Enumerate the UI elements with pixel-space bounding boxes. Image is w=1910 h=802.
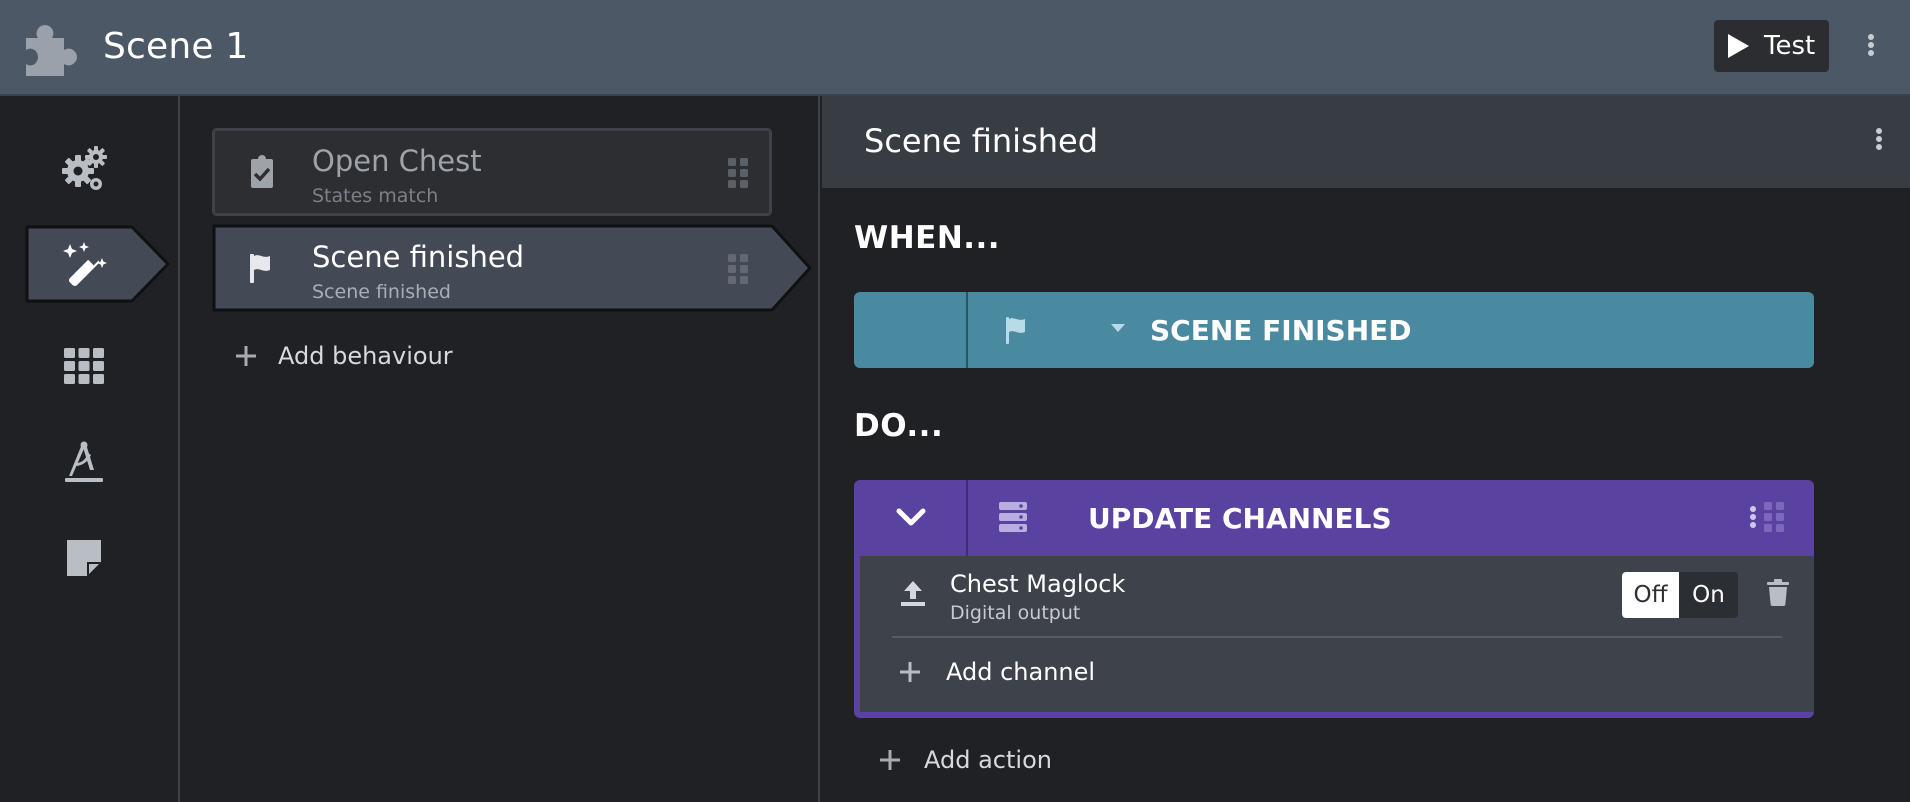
action-body: Chest Maglock Digital output Off On Add … (860, 556, 1814, 712)
block-divider (966, 292, 968, 368)
add-action-button[interactable]: Add action (878, 746, 1052, 774)
chevron-down-icon[interactable] (894, 502, 928, 532)
behaviour-subtitle: Scene finished (312, 281, 451, 303)
upload-icon (901, 581, 925, 606)
channel-row: Chest Maglock Digital output Off On (860, 556, 1814, 636)
page-title: Scene 1 (103, 26, 249, 67)
add-channel-button[interactable]: Add channel (898, 658, 1095, 686)
trigger-block[interactable]: SCENE FINISHED (854, 292, 1814, 368)
test-button-label: Test (1764, 31, 1816, 61)
add-behaviour-button[interactable]: Add behaviour (234, 342, 453, 370)
channel-name: Chest Maglock (950, 570, 1126, 598)
behaviour-card (212, 128, 772, 216)
rail-item-design[interactable] (24, 416, 170, 496)
rail-item-behaviours[interactable] (24, 224, 170, 304)
more-options-icon[interactable] (1874, 126, 1884, 156)
rail-item-settings[interactable] (24, 128, 170, 208)
add-action-label: Add action (924, 746, 1052, 774)
trash-icon[interactable] (1766, 578, 1790, 606)
trigger-label: SCENE FINISHED (1150, 314, 1412, 347)
plus-icon (236, 346, 256, 366)
caret-down-icon[interactable] (1110, 322, 1126, 334)
editor-title: Scene finished (864, 122, 1099, 160)
rail-item-grid[interactable] (24, 320, 170, 400)
flag-icon (1006, 317, 1025, 344)
flag-icon (250, 254, 270, 283)
add-channel-label: Add channel (946, 658, 1096, 686)
block-divider (966, 480, 968, 556)
grid-icon (64, 348, 104, 384)
top-bar: Scene 1 Test (0, 0, 1910, 96)
do-label: DO... (854, 408, 944, 444)
behaviours-panel: Open Chest States match Scene finished S… (182, 96, 820, 802)
add-behaviour-label: Add behaviour (278, 342, 453, 370)
puzzle-piece-icon (26, 25, 77, 76)
channel-state-toggle: Off On (1622, 572, 1738, 618)
gears-icon (62, 146, 107, 190)
behaviour-name: Scene finished (312, 240, 525, 274)
server-icon (999, 502, 1027, 532)
toggle-off-option[interactable]: Off (1622, 572, 1679, 618)
channel-type: Digital output (950, 602, 1081, 624)
drag-handle-icon[interactable] (726, 156, 750, 190)
more-options-icon[interactable] (1748, 504, 1758, 534)
toggle-on-option[interactable]: On (1679, 572, 1738, 618)
behaviour-name: Open Chest (312, 144, 482, 178)
clipboard-check-icon (251, 155, 273, 188)
behaviour-editor: Scene finished WHEN... SCENE FINISHED DO… (822, 96, 1910, 802)
editor-header: Scene finished (822, 96, 1910, 188)
play-icon (1728, 34, 1749, 58)
icon-rail (0, 96, 180, 802)
more-options-icon[interactable] (1866, 32, 1876, 62)
when-label: WHEN... (854, 220, 1001, 256)
action-block: UPDATE CHANNELS Chest Maglock Digital ou… (854, 480, 1814, 718)
sticky-note-icon (67, 540, 101, 576)
drag-handle-icon[interactable] (1762, 500, 1786, 534)
plus-icon (880, 750, 900, 770)
drafting-compass-icon (65, 441, 103, 482)
plus-icon (900, 662, 920, 682)
drag-handle-icon[interactable] (726, 252, 750, 286)
behaviour-subtitle: States match (312, 185, 439, 207)
rail-item-notes[interactable] (24, 512, 170, 592)
row-separator (892, 636, 1782, 638)
action-label: UPDATE CHANNELS (1088, 502, 1392, 535)
magic-wand-icon (63, 242, 107, 287)
test-button[interactable]: Test (1714, 20, 1829, 72)
